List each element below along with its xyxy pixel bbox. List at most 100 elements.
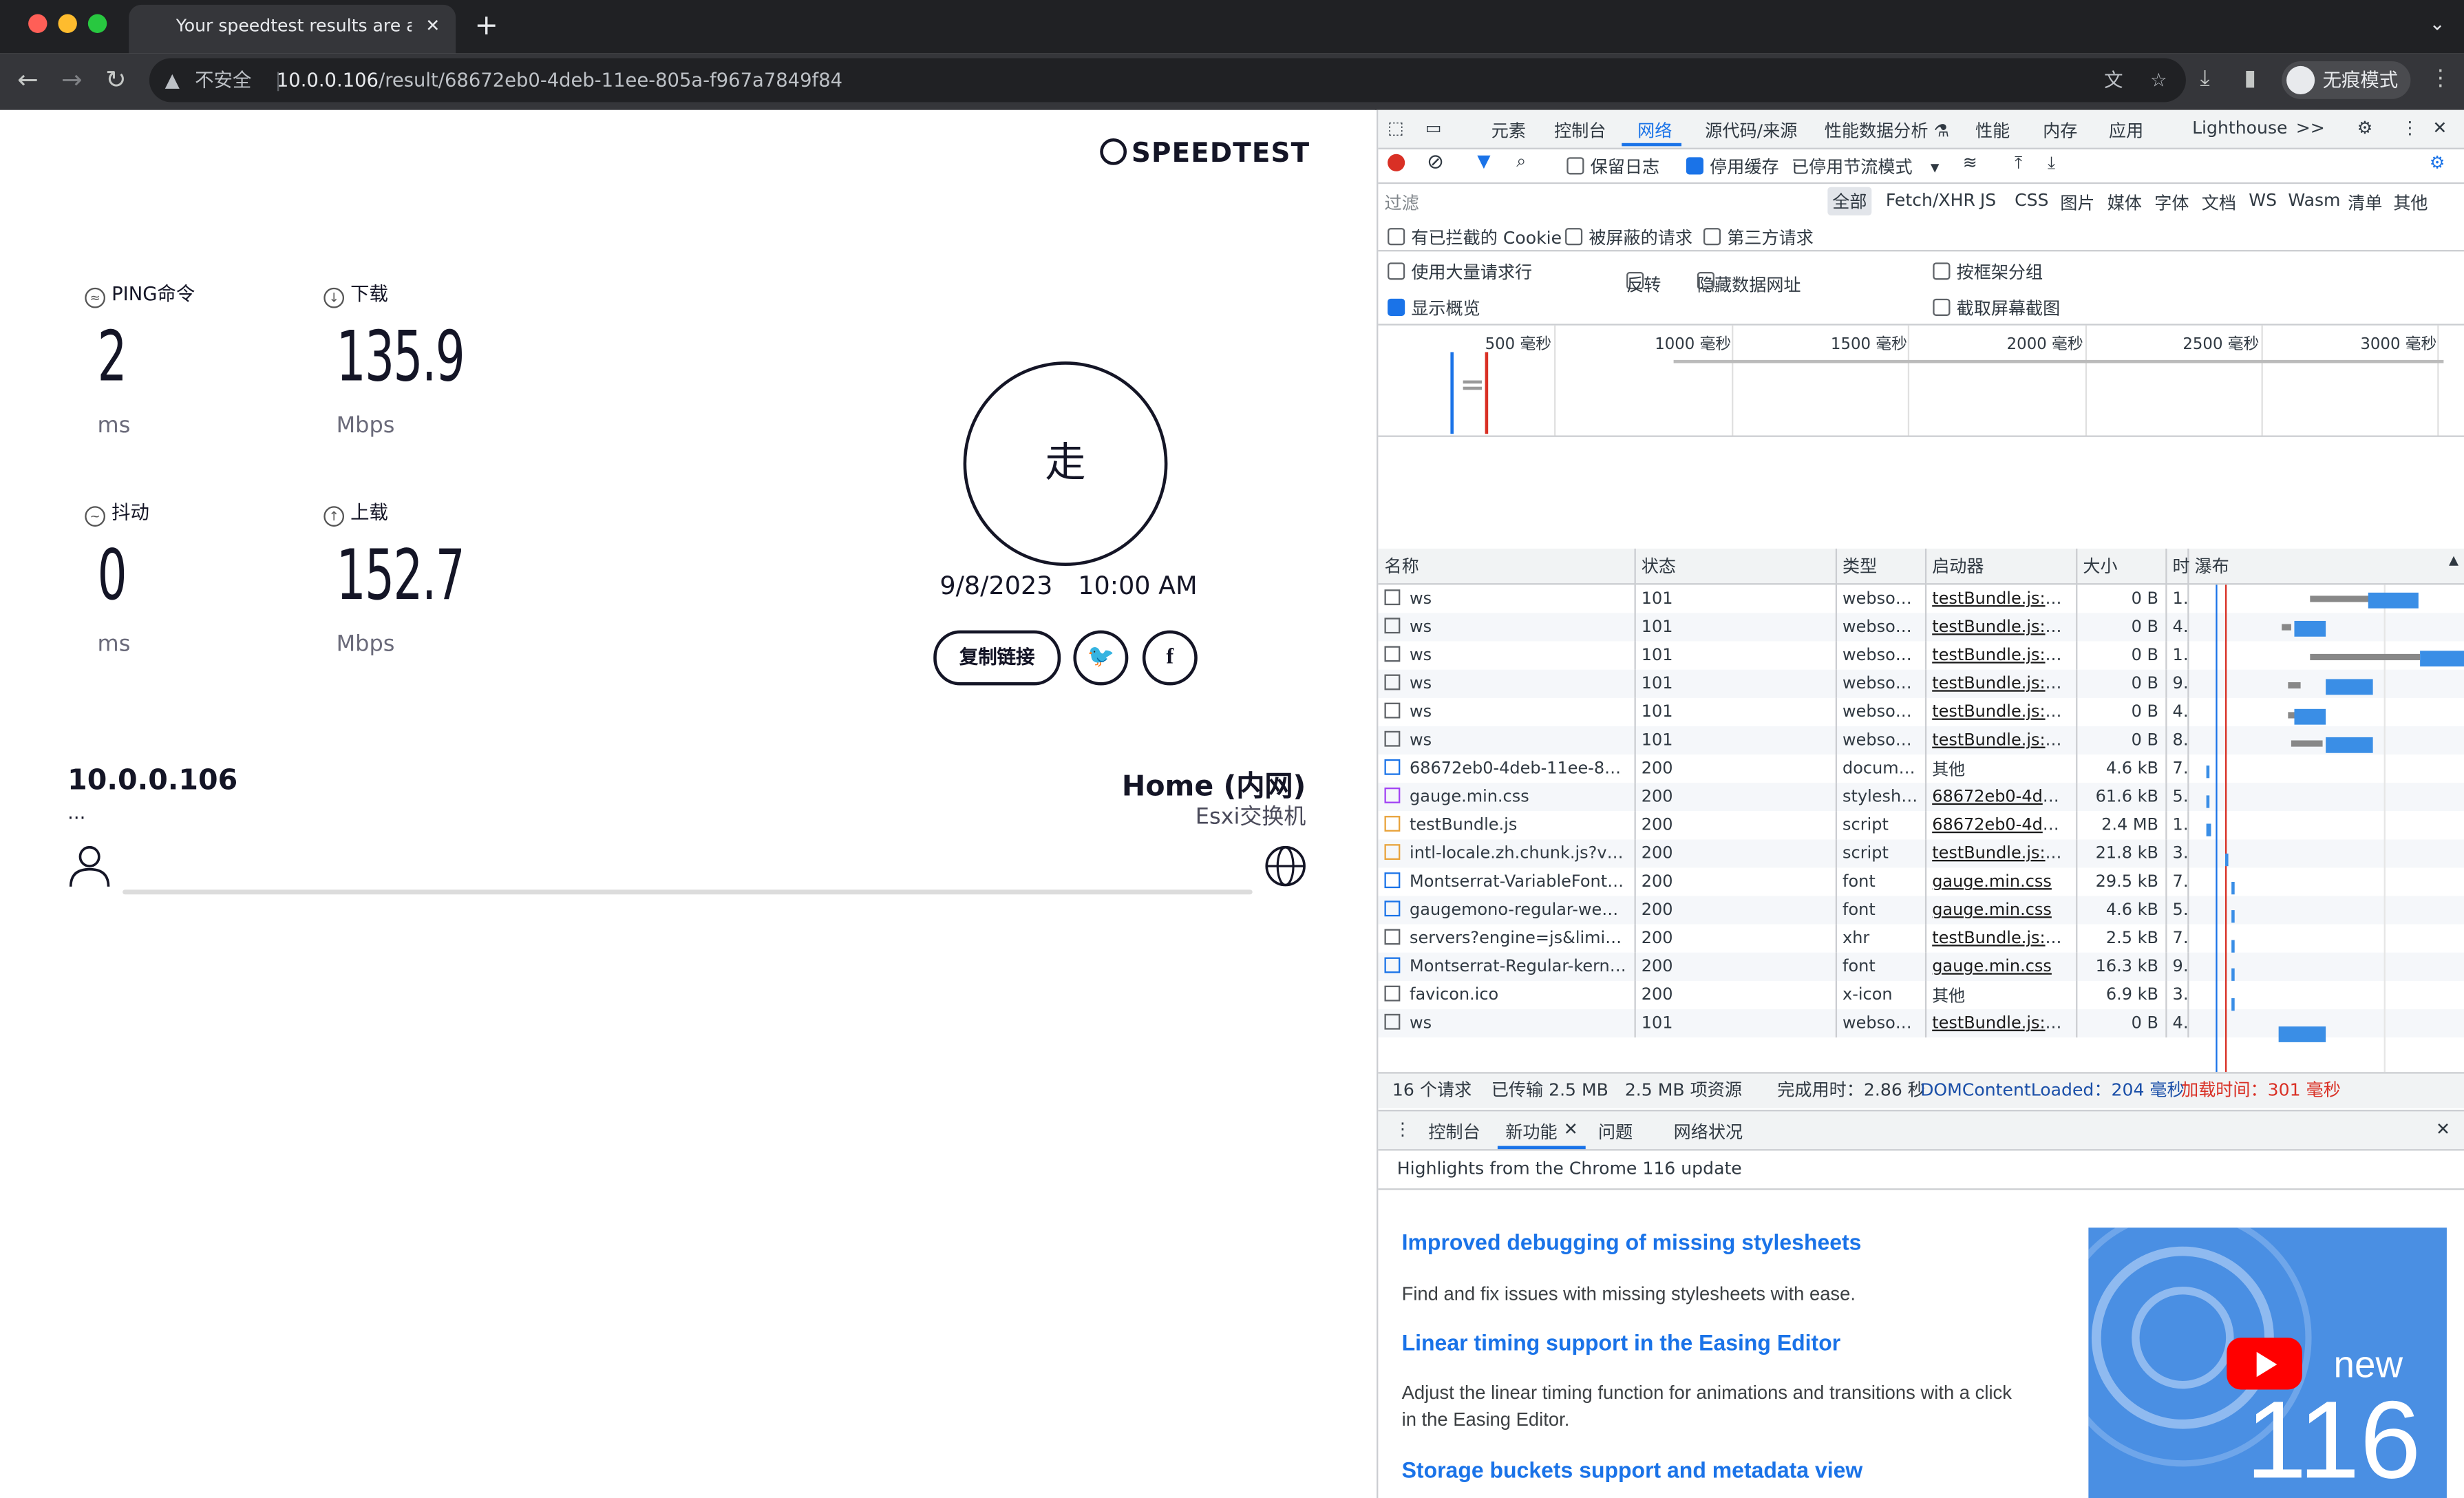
zoom-window-button[interactable] bbox=[87, 14, 107, 33]
tab-performance-insights[interactable]: 性能数据分析 ⚗ bbox=[1825, 118, 1949, 143]
address-bar[interactable]: ▲ 不安全 | 10.0.0.106/result/68672eb0-4deb-… bbox=[149, 58, 2186, 103]
col-type[interactable]: 类型 bbox=[1835, 548, 1926, 585]
third-party-checkbox[interactable]: 第三方请求 bbox=[1703, 225, 1814, 251]
blocked-cookies-checkbox[interactable]: 有已拦截的 Cookie bbox=[1388, 225, 1562, 251]
filter-type-manifest[interactable]: 清单 bbox=[2348, 190, 2382, 215]
drawer-tab-console[interactable]: 控制台 bbox=[1428, 1119, 1480, 1145]
translate-icon[interactable]: 文 bbox=[2104, 58, 2123, 102]
import-har-icon[interactable]: ⤒ bbox=[2015, 152, 2022, 174]
request-initiator[interactable]: testBundle.js:64... bbox=[1924, 726, 2077, 755]
browser-tab[interactable]: Your speedtest results are available ✕ bbox=[129, 4, 456, 54]
go-button[interactable]: 走 bbox=[963, 361, 1168, 567]
col-time[interactable]: 时 bbox=[2165, 548, 2190, 585]
drawer-close-icon[interactable]: ✕ bbox=[2436, 1119, 2450, 1140]
drawer-menu-icon[interactable]: ⋮ bbox=[1394, 1119, 1411, 1140]
overview-timeline[interactable]: 500 毫秒 1000 毫秒 1500 毫秒 2000 毫秒 2500 毫秒 3… bbox=[1378, 325, 2464, 437]
reload-icon[interactable]: ↻ bbox=[105, 65, 127, 94]
group-by-frame-checkbox[interactable]: 按框架分组 bbox=[1933, 260, 2043, 285]
tab-close-icon[interactable]: ✕ bbox=[425, 5, 440, 49]
request-initiator[interactable]: gauge.min.css bbox=[1924, 952, 2077, 981]
whats-new-item-3-title[interactable]: Storage buckets support and metadata vie… bbox=[1402, 1457, 1863, 1483]
drawer-tab-whats-new[interactable]: 新功能 bbox=[1505, 1119, 1557, 1145]
request-initiator[interactable]: testBundle.js:64... bbox=[1924, 697, 2077, 726]
back-arrow-icon[interactable]: ← bbox=[17, 65, 39, 94]
devtools-close-icon[interactable]: ✕ bbox=[2432, 118, 2447, 138]
whats-new-item-2-title[interactable]: Linear timing support in the Easing Edit… bbox=[1402, 1330, 1841, 1355]
side-panel-icon[interactable]: ▮ bbox=[2244, 66, 2256, 92]
col-name[interactable]: 名称 bbox=[1378, 548, 1635, 585]
close-window-button[interactable] bbox=[28, 14, 47, 33]
drawer-tab-issues[interactable]: 问题 bbox=[1598, 1119, 1633, 1145]
filter-type-all[interactable]: 全部 bbox=[1827, 187, 1872, 215]
col-size[interactable]: 大小 bbox=[2076, 548, 2167, 585]
tab-performance[interactable]: 性能 bbox=[1975, 118, 2010, 143]
request-initiator[interactable]: testBundle.js:64... bbox=[1924, 1009, 2077, 1038]
record-icon[interactable] bbox=[1388, 154, 1405, 171]
filter-type-wasm[interactable]: Wasm bbox=[2288, 190, 2340, 211]
large-rows-checkbox[interactable]: 使用大量请求行 bbox=[1388, 260, 1532, 285]
drawer-tab-close-icon[interactable]: ✕ bbox=[1564, 1119, 1578, 1140]
request-initiator[interactable]: 68672eb0-4deb... bbox=[1924, 811, 2077, 840]
tab-elements[interactable]: 元素 bbox=[1491, 118, 1526, 143]
speedtest-logo[interactable]: SPEEDTEST bbox=[1100, 138, 1310, 170]
tab-memory[interactable]: 内存 bbox=[2043, 118, 2077, 143]
filter-type-css[interactable]: CSS bbox=[2015, 190, 2048, 211]
insecure-label[interactable]: 不安全 bbox=[195, 58, 251, 102]
request-initiator[interactable]: 68672eb0-4deb... bbox=[1924, 783, 2077, 812]
tab-sources[interactable]: 源代码/来源 bbox=[1705, 118, 1797, 143]
request-initiator[interactable]: testBundle.js:64... bbox=[1924, 584, 2077, 613]
device-toolbar-icon[interactable]: ▭ bbox=[1425, 118, 1442, 138]
network-settings-gear-icon[interactable]: ⚙ bbox=[2430, 152, 2445, 173]
warning-triangle-icon[interactable]: ▲ bbox=[165, 58, 180, 102]
network-conditions-icon[interactable]: ≋ bbox=[1963, 152, 1977, 173]
copy-link-button[interactable]: 复制链接 bbox=[933, 630, 1061, 686]
drawer-tab-network-conditions[interactable]: 网络状况 bbox=[1674, 1119, 1743, 1145]
filter-type-font[interactable]: 字体 bbox=[2154, 190, 2189, 215]
server-name[interactable]: Home (内网) bbox=[1122, 764, 1306, 805]
tab-search-chevron-icon[interactable]: ⌄ bbox=[2430, 12, 2445, 34]
filter-funnel-icon[interactable]: ▼ bbox=[1477, 151, 1490, 171]
preserve-log-checkbox[interactable]: 保留日志 bbox=[1566, 154, 1659, 180]
capture-screenshots-checkbox[interactable]: 截取屏幕截图 bbox=[1933, 295, 2060, 321]
devtools-menu-kebab-icon[interactable]: ⋮ bbox=[2401, 118, 2419, 138]
search-icon[interactable]: ⌕ bbox=[1516, 151, 1526, 173]
tab-network[interactable]: 网络 bbox=[1637, 118, 1672, 143]
filter-type-other[interactable]: 其他 bbox=[2393, 190, 2428, 215]
incognito-badge[interactable]: 无痕模式 bbox=[2282, 61, 2411, 99]
chrome-116-promo-video[interactable]: new 116 bbox=[2088, 1227, 2447, 1498]
more-tabs-chevron-icon[interactable]: >> bbox=[2296, 118, 2325, 138]
tab-lighthouse[interactable]: Lighthouse bbox=[2192, 118, 2287, 138]
bookmark-star-icon[interactable]: ☆ bbox=[2150, 58, 2167, 102]
export-har-icon[interactable]: ⤓ bbox=[2048, 152, 2055, 174]
filter-input[interactable]: 过滤 bbox=[1384, 190, 1601, 215]
disable-cache-checkbox[interactable]: 停用缓存 bbox=[1686, 154, 1779, 180]
filter-type-fetch-xhr[interactable]: Fetch/XHR bbox=[1886, 190, 1975, 211]
request-initiator[interactable]: gauge.min.css bbox=[1924, 867, 2077, 896]
facebook-share-icon[interactable]: f bbox=[1142, 630, 1198, 686]
clear-icon[interactable]: ⊘ bbox=[1427, 151, 1444, 174]
download-icon[interactable]: ⤓ bbox=[2200, 66, 2209, 92]
settings-gear-icon[interactable]: ⚙ bbox=[2357, 118, 2373, 138]
forward-arrow-icon[interactable]: → bbox=[61, 65, 83, 94]
twitter-share-icon[interactable]: 🐦 bbox=[1073, 630, 1129, 686]
col-waterfall[interactable]: 瀑布 ▲ bbox=[2187, 548, 2464, 585]
col-initiator[interactable]: 启动器 bbox=[1924, 548, 2077, 585]
blocked-requests-checkbox[interactable]: 被屏蔽的请求 bbox=[1565, 225, 1692, 251]
menu-kebab-icon[interactable]: ⋮ bbox=[2430, 66, 2452, 92]
new-tab-button[interactable]: + bbox=[475, 10, 498, 43]
filter-type-ws[interactable]: WS bbox=[2249, 190, 2277, 211]
filter-type-img[interactable]: 图片 bbox=[2060, 190, 2094, 215]
request-initiator[interactable]: testBundle.js:64... bbox=[1924, 613, 2077, 642]
filter-type-doc[interactable]: 文档 bbox=[2202, 190, 2236, 215]
filter-type-js[interactable]: JS bbox=[1980, 190, 1996, 211]
url-text[interactable]: 10.0.0.106/result/68672eb0-4deb-11ee-805… bbox=[277, 58, 842, 102]
inspect-element-icon[interactable]: ⬚ bbox=[1388, 118, 1404, 138]
request-initiator[interactable]: testBundle.js:150 bbox=[1924, 839, 2077, 868]
request-initiator[interactable]: testBundle.js:64... bbox=[1924, 641, 2077, 670]
request-initiator[interactable]: testBundle.js:63... bbox=[1924, 924, 2077, 953]
request-initiator[interactable]: gauge.min.css bbox=[1924, 896, 2077, 925]
tab-application[interactable]: 应用 bbox=[2109, 118, 2143, 143]
filter-type-media[interactable]: 媒体 bbox=[2107, 190, 2142, 215]
minimize-window-button[interactable] bbox=[58, 14, 77, 33]
throttling-select[interactable]: 已停用节流模式 ▾ bbox=[1792, 154, 1940, 180]
